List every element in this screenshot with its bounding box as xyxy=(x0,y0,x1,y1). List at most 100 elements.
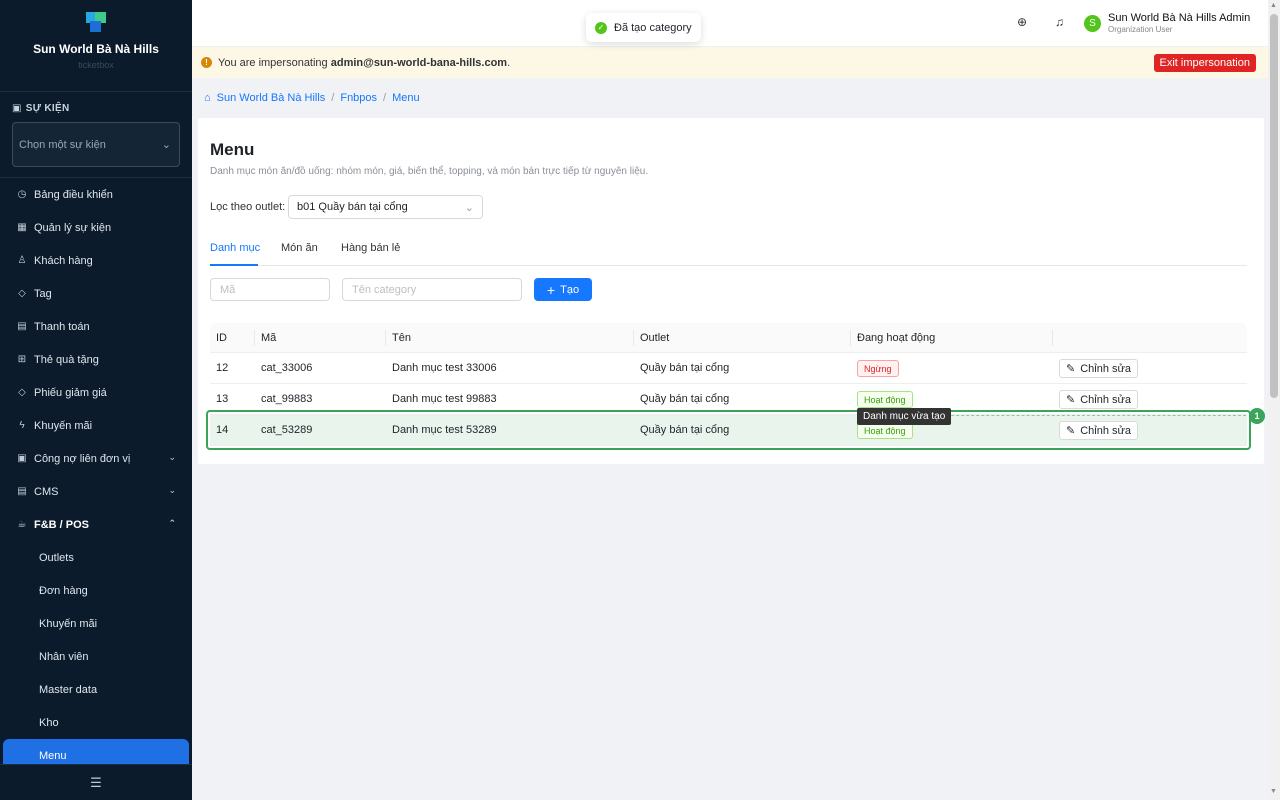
globe-icon[interactable]: ⊕ xyxy=(1017,15,1027,29)
dashboard-icon: ◷ xyxy=(17,189,27,200)
highlight-dashed-line xyxy=(936,415,1246,416)
category-table: ID Mã Tên Outlet Đang hoạt động 12 cat_3… xyxy=(210,323,1247,446)
sidebar-subitem-outlets[interactable]: Outlets xyxy=(0,541,192,574)
chevron-down-icon: ⌄ xyxy=(161,139,171,151)
status-badge: Hoạt động xyxy=(857,391,913,408)
scrollbar[interactable]: ▲ ▼ xyxy=(1268,0,1280,800)
sidebar-item-debt[interactable]: ▣ Công nợ liên đơn vị ⌄ xyxy=(0,442,192,475)
user-role: Organization User xyxy=(1108,25,1173,34)
debt-icon: ▣ xyxy=(17,453,27,464)
sidebar-subitem-promotion[interactable]: Khuyến mãi xyxy=(0,607,192,640)
sidebar-item-dashboard[interactable]: ◷ Bảng điều khiển xyxy=(0,178,192,211)
breadcrumb: ⌂ Sun World Bà Nà Hills / Fnbpos / Menu xyxy=(204,92,420,104)
cell-code: cat_99883 xyxy=(261,393,313,405)
table-row: 12 cat_33006 Danh mục test 33006 Quầy bá… xyxy=(210,353,1247,384)
outlet-filter-select[interactable]: b01 Quầy bán tại cổng ⌄ xyxy=(288,195,483,219)
collapse-sidebar-button[interactable]: ☰ xyxy=(0,764,192,800)
cell-code: cat_53289 xyxy=(261,424,313,436)
sidebar-subitem-staff[interactable]: Nhân viên xyxy=(0,640,192,673)
impersonation-email: admin@sun-world-bana-hills.com xyxy=(330,56,508,69)
sidebar-item-label: Khuyến mãi xyxy=(34,419,93,432)
home-icon: ⌂ xyxy=(204,92,211,104)
table-header: ID Mã Tên Outlet Đang hoạt động xyxy=(210,323,1247,353)
scroll-up-arrow-icon[interactable]: ▲ xyxy=(1270,2,1277,9)
column-header-active: Đang hoạt động xyxy=(857,332,936,344)
edit-button-label: Chỉnh sửa xyxy=(1080,424,1131,437)
edit-button[interactable]: ✎ Chỉnh sửa xyxy=(1059,359,1138,378)
tag-icon: ◇ xyxy=(18,288,26,299)
breadcrumb-item-org[interactable]: Sun World Bà Nà Hills xyxy=(217,92,326,104)
cell-outlet: Quầy bán tại cổng xyxy=(640,362,730,374)
tab-retail[interactable]: Hàng bán lẻ xyxy=(341,242,400,254)
column-header-code: Mã xyxy=(261,332,277,344)
outlet-filter-label: Lọc theo outlet: xyxy=(210,201,286,213)
column-divider xyxy=(254,330,255,346)
scroll-down-arrow-icon[interactable]: ▼ xyxy=(1270,788,1277,795)
breadcrumb-item-menu[interactable]: Menu xyxy=(392,92,420,104)
breadcrumb-separator: / xyxy=(383,92,387,104)
sidebar-item-payment[interactable]: ▤ Thanh toán xyxy=(0,310,192,343)
cell-code: cat_33006 xyxy=(261,362,313,374)
column-header-id: ID xyxy=(216,332,227,344)
column-divider xyxy=(1052,330,1053,346)
sidebar-item-label: CMS xyxy=(34,485,59,498)
sidebar: Sun World Bà Nà Hills ticketbox ▣ SỰ KIỆ… xyxy=(0,0,192,800)
code-input[interactable] xyxy=(210,278,330,301)
impersonation-prefix: You are impersonating xyxy=(218,56,331,69)
success-toast: ✓ Đã tạo category xyxy=(586,13,701,42)
column-header-name: Tên xyxy=(392,332,411,344)
create-button-label: Tạo xyxy=(560,283,580,296)
breadcrumb-item-fnbpos[interactable]: Fnbpos xyxy=(340,92,377,104)
edit-button-label: Chỉnh sửa xyxy=(1080,362,1131,375)
scrollbar-thumb[interactable] xyxy=(1270,14,1278,398)
brand: Sun World Bà Nà Hills ticketbox xyxy=(0,0,192,92)
tab-categories[interactable]: Danh mục xyxy=(210,242,260,254)
check-circle-icon: ✓ xyxy=(595,21,607,34)
page-description: Danh mục món ăn/đồ uống: nhóm món, giá, … xyxy=(210,166,649,177)
sidebar-item-events[interactable]: ▦ Quản lý sự kiện xyxy=(0,211,192,244)
create-button[interactable]: + Tạo xyxy=(534,278,592,301)
sidebar-item-gift-card[interactable]: ⊞ Thẻ quà tặng xyxy=(0,343,192,376)
cell-id: 12 xyxy=(216,362,229,374)
avatar[interactable]: S xyxy=(1084,15,1101,32)
sidebar-item-coupon[interactable]: ◇ Phiếu giảm giá xyxy=(0,376,192,409)
bolt-icon: ϟ xyxy=(19,420,25,431)
top-bar xyxy=(192,0,1268,47)
sidebar-item-label: Bảng điều khiển xyxy=(34,188,113,201)
cup-icon: ☕ xyxy=(17,519,27,530)
table-row: 13 cat_99883 Danh mục test 99883 Quầy bá… xyxy=(210,384,1247,415)
gift-icon: ⊞ xyxy=(17,354,27,365)
user-icon: ♙ xyxy=(17,255,27,266)
tab-dishes[interactable]: Món ăn xyxy=(281,242,318,254)
sidebar-item-fnb-pos[interactable]: ☕ F&B / POS ⌃ xyxy=(0,508,192,541)
tooltip: Danh mục vừa tạo xyxy=(857,408,952,425)
column-divider xyxy=(385,330,386,346)
sidebar-item-promotion[interactable]: ϟ Khuyến mãi xyxy=(0,409,192,442)
sidebar-subitem-master-data[interactable]: Master data xyxy=(0,673,192,706)
payment-icon: ▤ xyxy=(17,321,27,332)
impersonation-banner: ! You are impersonating admin@sun-world-… xyxy=(192,47,1268,78)
cell-outlet: Quầy bán tại cổng xyxy=(640,393,730,405)
cell-name: Danh mục test 33006 xyxy=(392,362,497,374)
event-select[interactable]: Chọn một sự kiện ⌄ xyxy=(12,122,180,167)
toast-text: Đã tạo category xyxy=(614,21,692,34)
bell-icon[interactable]: ♫ xyxy=(1055,15,1064,29)
exit-impersonation-button[interactable]: Exit impersonation xyxy=(1153,54,1256,72)
edit-button[interactable]: ✎ Chỉnh sửa xyxy=(1059,421,1138,440)
sidebar-subitem-orders[interactable]: Đơn hàng xyxy=(0,574,192,607)
table-row: 14 cat_53289 Danh mục test 53289 Quầy bá… xyxy=(210,415,1247,446)
section-title: ▣ SỰ KIỆN xyxy=(12,103,70,114)
column-header-outlet: Outlet xyxy=(640,332,670,344)
event-section-icon: ▣ xyxy=(12,103,22,114)
sidebar-item-label: Thanh toán xyxy=(34,320,90,333)
category-name-input[interactable] xyxy=(342,278,522,301)
page-title: Menu xyxy=(210,140,255,159)
edit-button[interactable]: ✎ Chỉnh sửa xyxy=(1059,390,1138,409)
sidebar-item-cms[interactable]: ▤ CMS ⌄ xyxy=(0,475,192,508)
sidebar-subitem-warehouse[interactable]: Kho xyxy=(0,706,192,739)
sidebar-nav: ◷ Bảng điều khiển ▦ Quản lý sự kiện ♙ Khách… xyxy=(0,178,192,772)
sidebar-item-tag[interactable]: ◇ Tag xyxy=(0,277,192,310)
sidebar-item-customers[interactable]: ♙ Khách hàng xyxy=(0,244,192,277)
calendar-icon: ▦ xyxy=(17,222,27,233)
user-name: Sun World Bà Nà Hills Admin xyxy=(1108,12,1251,24)
